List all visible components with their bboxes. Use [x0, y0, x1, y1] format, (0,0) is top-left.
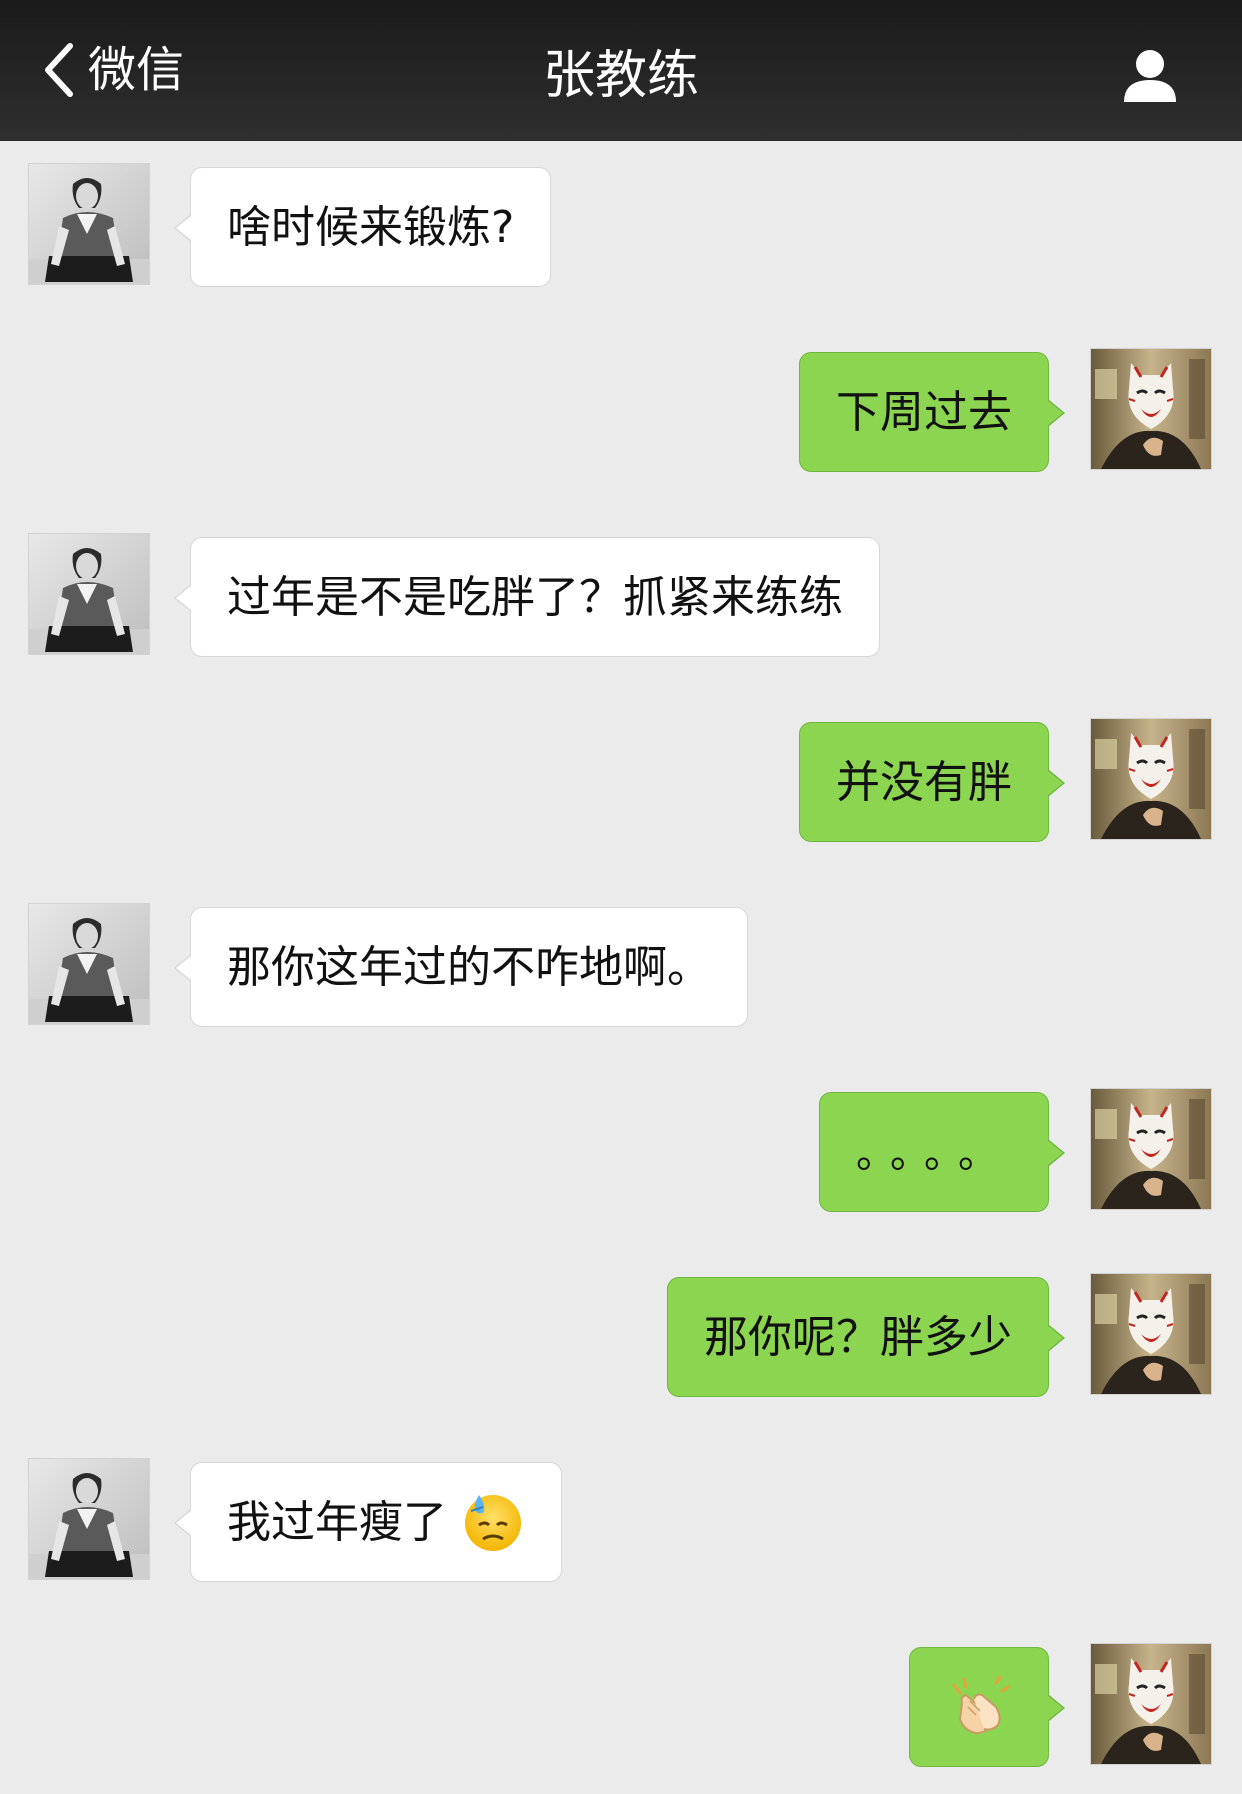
message-text: 那你呢？胖多少 — [704, 1312, 1012, 1363]
navigation-bar: 微信 张教练 — [0, 0, 1242, 141]
message-bubble[interactable]: 下周过去 — [799, 352, 1065, 472]
message-text: 我过年瘦了 — [227, 1497, 447, 1548]
clapping-hands-icon — [952, 1675, 1010, 1735]
avatar-me[interactable] — [1090, 348, 1212, 470]
message-bubble[interactable]: 那你呢？胖多少 — [667, 1277, 1065, 1397]
avatar-me[interactable] — [1090, 718, 1212, 840]
avatar-coach[interactable] — [28, 903, 150, 1025]
person-icon[interactable] — [1118, 44, 1182, 108]
message-text: 啥时候来锻炼? — [227, 202, 515, 253]
message-bubble[interactable]: 并没有胖 — [799, 722, 1065, 842]
chevron-left-icon — [45, 43, 73, 97]
avatar-coach[interactable] — [28, 533, 150, 655]
message-bubble[interactable]: 那你这年过的不咋地啊。 — [174, 907, 748, 1027]
message-text: 并没有胖 — [836, 757, 1012, 808]
message-bubble[interactable]: 过年是不是吃胖了？抓紧来练练 — [174, 537, 880, 657]
message-text: 过年是不是吃胖了？抓紧来练练 — [227, 572, 843, 623]
avatar-me[interactable] — [1090, 1643, 1212, 1765]
avatar-coach[interactable] — [28, 1458, 150, 1580]
avatar-coach[interactable] — [28, 163, 150, 285]
message-bubble[interactable]: 。。。。 — [819, 1092, 1065, 1212]
avatar-me[interactable] — [1090, 1273, 1212, 1395]
message-text: 。。。。 — [856, 1131, 1012, 1177]
chat-title: 张教练 — [542, 46, 699, 106]
avatar-me[interactable] — [1090, 1088, 1212, 1210]
chat-area[interactable]: 啥时候来锻炼? 下周过去 过年是不是吃胖了？抓紧来练练 并没有胖 那你这年过的不 — [0, 141, 1242, 1794]
message-bubble[interactable] — [909, 1647, 1065, 1767]
cold-sweat-face-icon — [465, 1495, 521, 1551]
message-bubble[interactable]: 我过年瘦了 — [174, 1462, 562, 1582]
message-text: 下周过去 — [836, 387, 1012, 438]
back-label: 微信 — [88, 42, 185, 98]
back-button[interactable]: 微信 — [38, 38, 184, 102]
message-text: 那你这年过的不咋地啊。 — [227, 942, 711, 993]
message-bubble[interactable]: 啥时候来锻炼? — [173, 167, 552, 287]
